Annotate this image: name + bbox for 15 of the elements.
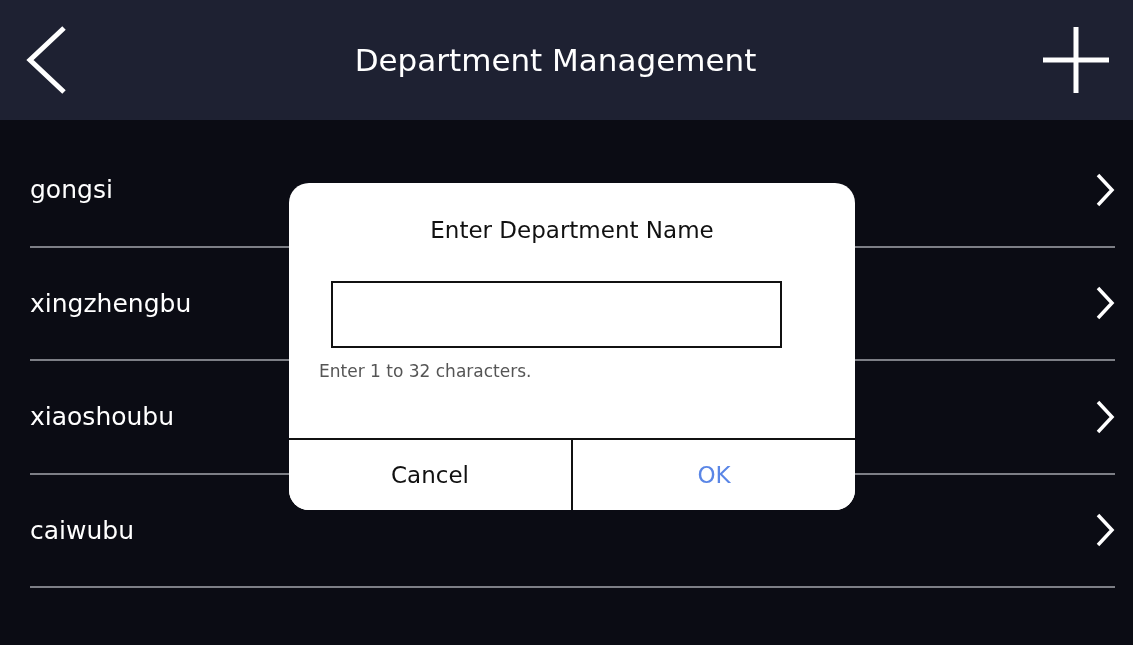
- chevron-right-icon[interactable]: [1095, 398, 1115, 435]
- chevron-right-icon[interactable]: [1095, 285, 1115, 322]
- chevron-right-icon[interactable]: [1095, 512, 1115, 549]
- hint-text: Enter 1 to 32 characters.: [319, 359, 533, 383]
- department-name[interactable]: caiwubu: [30, 511, 135, 549]
- ok-button[interactable]: OK: [571, 440, 855, 510]
- back-icon[interactable]: [24, 24, 68, 96]
- department-name[interactable]: xingzhengbu: [30, 284, 192, 322]
- department-name[interactable]: xiaoshoubu: [30, 398, 175, 436]
- department-name[interactable]: gongsi: [30, 171, 113, 209]
- dialog-title: Enter Department Name: [429, 216, 715, 245]
- add-icon[interactable]: [1043, 27, 1109, 93]
- input-field[interactable]: [331, 280, 782, 348]
- page-title: Department Management: [354, 40, 757, 80]
- chevron-right-icon[interactable]: [1095, 171, 1115, 208]
